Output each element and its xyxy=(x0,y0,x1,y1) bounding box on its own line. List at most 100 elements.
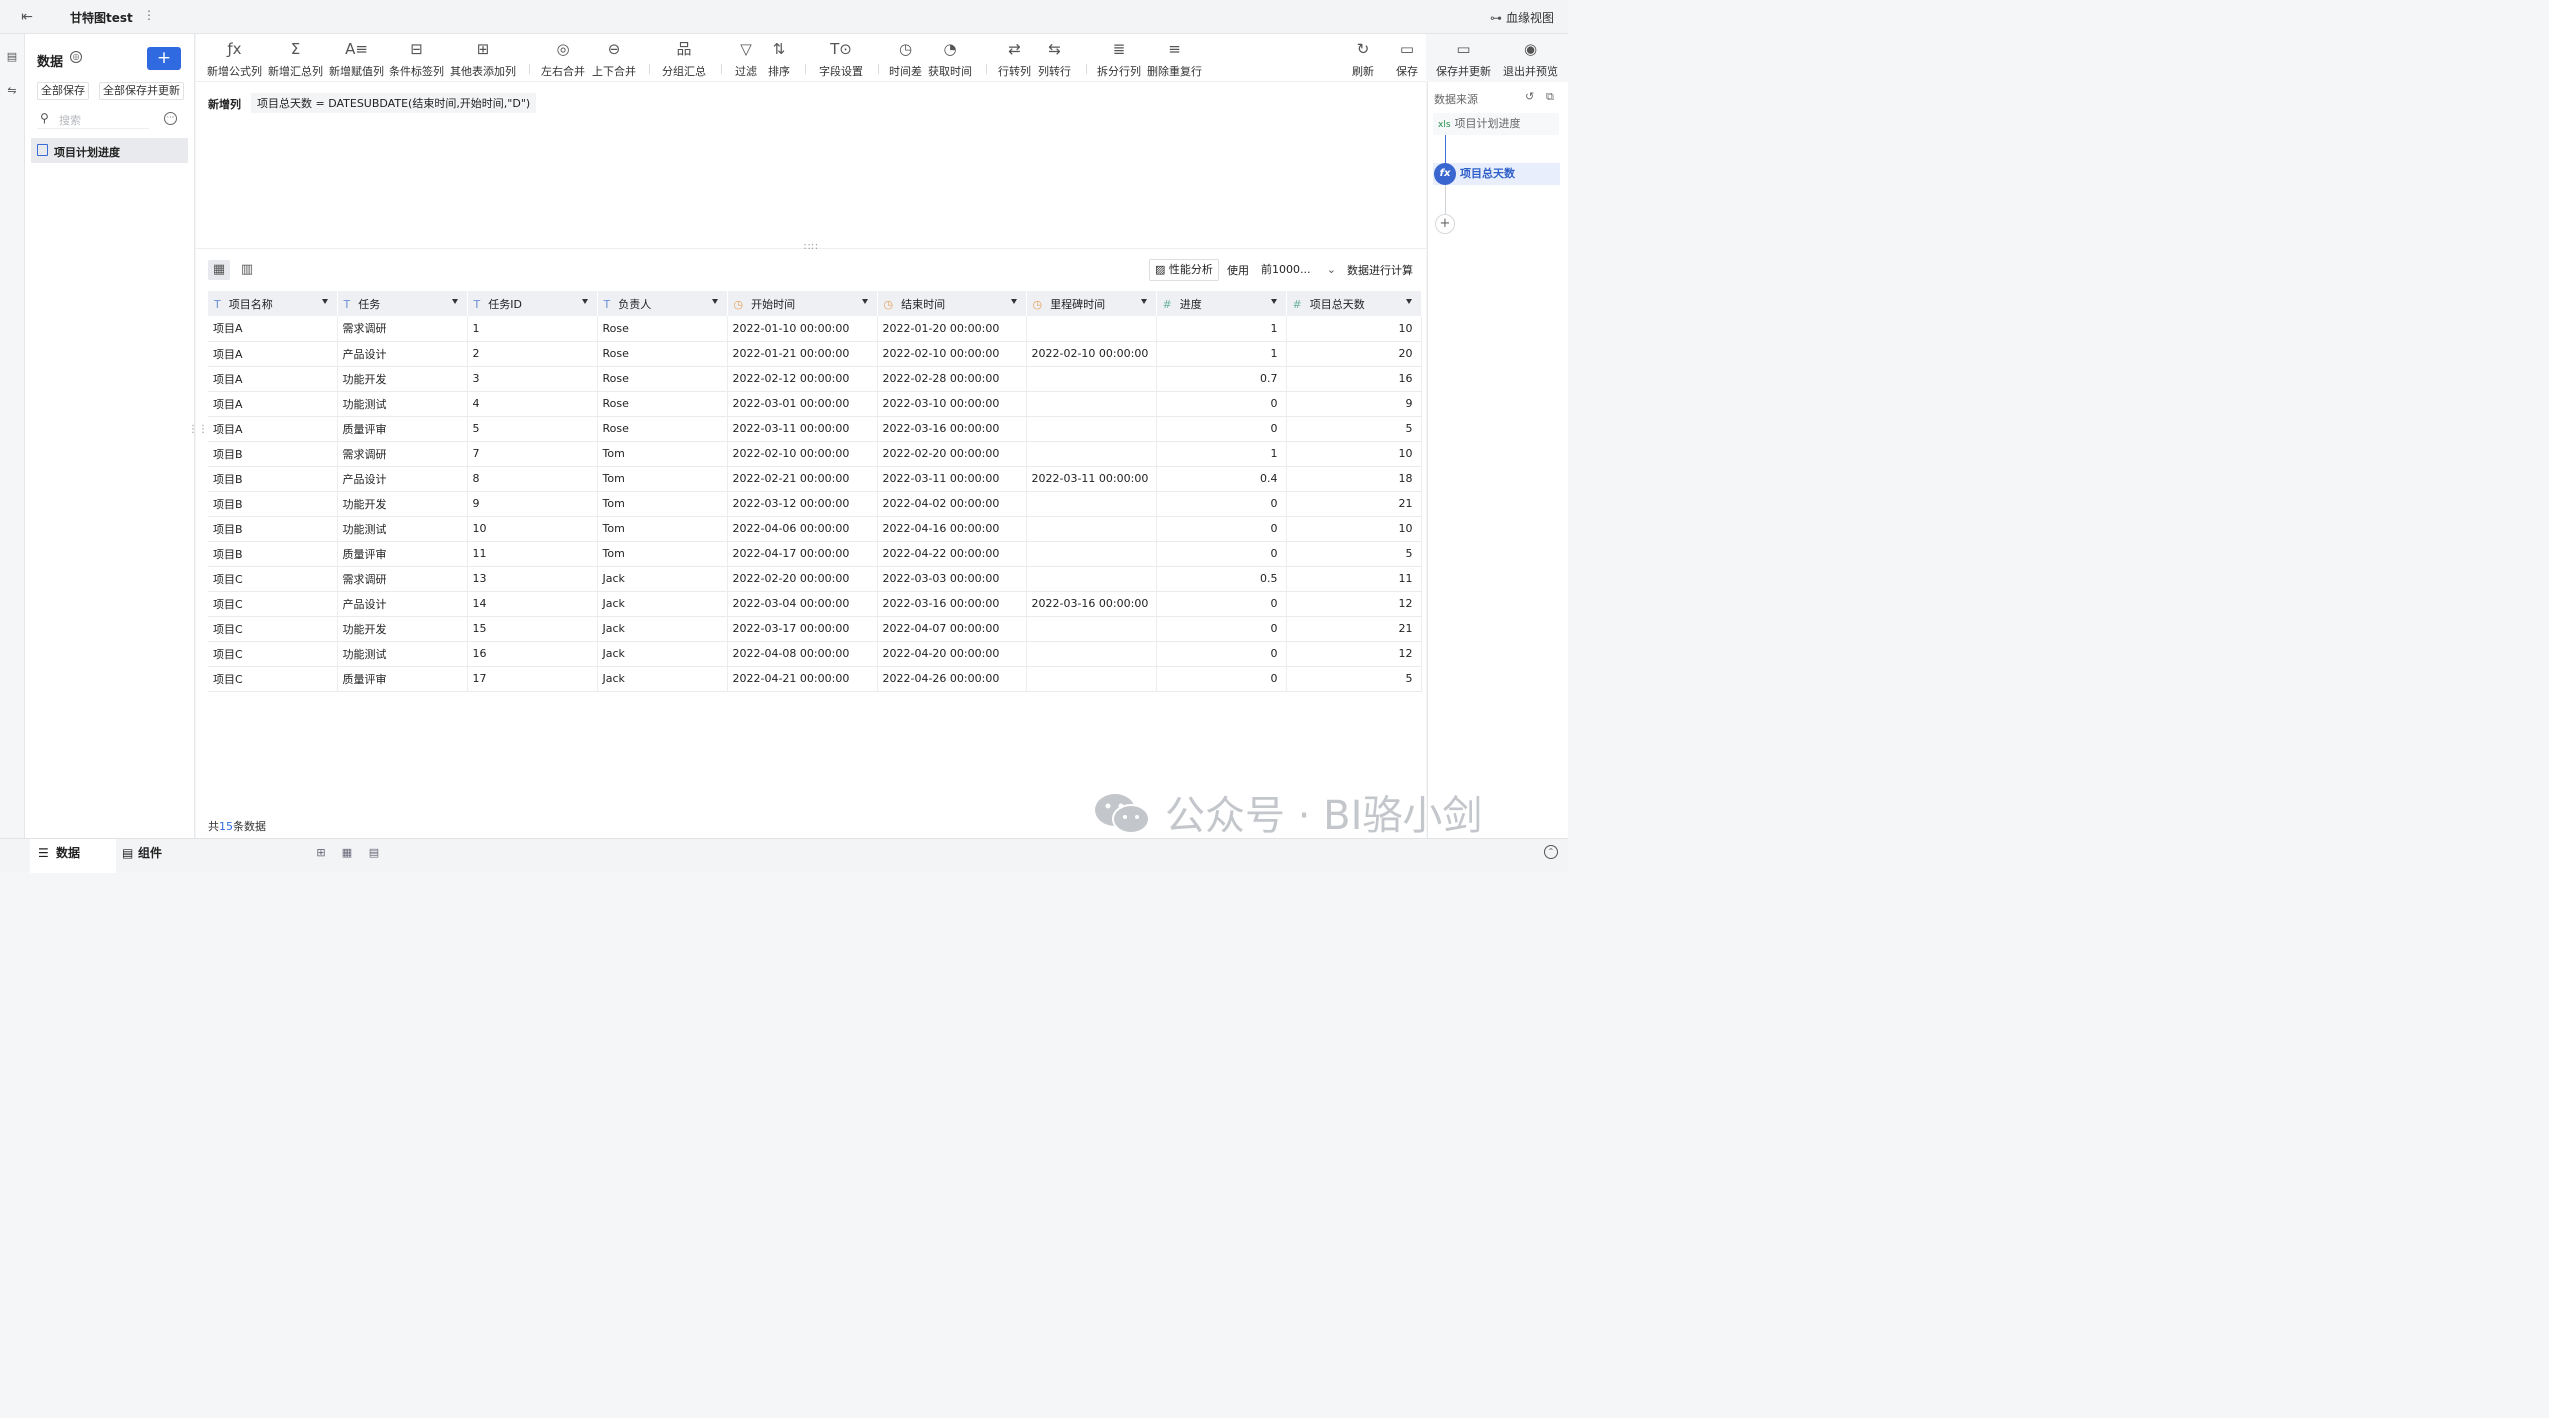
table-cell[interactable] xyxy=(1026,366,1157,392)
table-cell[interactable] xyxy=(1026,616,1157,642)
table-cell[interactable]: 4 xyxy=(467,391,598,417)
group-summary-button[interactable]: 品分组汇总 xyxy=(662,39,706,79)
performance-analysis-button[interactable]: ▨ 性能分析 xyxy=(1149,259,1219,281)
add-assign-column-button[interactable]: A≡ 新增赋值列 xyxy=(329,39,384,79)
caret-down-icon[interactable] xyxy=(1405,299,1412,304)
table-cell[interactable]: 功能测试 xyxy=(337,391,468,417)
table-cell[interactable]: 1 xyxy=(1156,316,1287,342)
table-cell[interactable]: 项目B xyxy=(208,466,338,492)
table-cell[interactable]: 功能测试 xyxy=(337,641,468,667)
table-cell[interactable]: 2022-04-08 00:00:00 xyxy=(727,641,878,667)
grid-view-icon[interactable]: ▦ xyxy=(208,260,230,280)
save-all-button[interactable]: 全部保存 xyxy=(37,82,89,100)
table-cell[interactable]: 11 xyxy=(467,541,598,567)
table-cell[interactable]: 项目C xyxy=(208,566,338,592)
caret-down-icon[interactable] xyxy=(1140,299,1147,304)
table-cell[interactable]: 10 xyxy=(1286,316,1422,342)
table-cell[interactable]: 2022-01-21 00:00:00 xyxy=(727,341,878,367)
table-cell[interactable]: 21 xyxy=(1286,491,1422,517)
split-rows-columns-button[interactable]: ≣ 拆分行列 xyxy=(1097,39,1141,79)
table-cell[interactable]: 12 xyxy=(1286,591,1422,617)
table-cell[interactable]: 质量评审 xyxy=(337,666,468,692)
table-cell[interactable]: 21 xyxy=(1286,616,1422,642)
table-cell[interactable] xyxy=(1026,641,1157,667)
table-cell[interactable]: 2022-04-20 00:00:00 xyxy=(877,641,1027,667)
table-cell[interactable] xyxy=(1026,566,1157,592)
table-cell[interactable]: 项目B xyxy=(208,541,338,567)
formula-expression[interactable]: 项目总天数 = DATESUBDATE(结束时间,开始时间,"D") xyxy=(251,93,537,113)
table-cell[interactable]: 需求调研 xyxy=(337,566,468,592)
table-cell[interactable]: 项目A xyxy=(208,391,338,417)
table-cell[interactable]: 12 xyxy=(1286,641,1422,667)
table-cell[interactable]: 项目A xyxy=(208,366,338,392)
refresh-button[interactable]: ↻ 刷新 xyxy=(1352,39,1374,79)
join-left-right-button[interactable]: ◎ 左右合并 xyxy=(541,39,585,79)
table-cell[interactable]: 2022-03-03 00:00:00 xyxy=(877,566,1027,592)
table-cell[interactable]: 2022-02-20 00:00:00 xyxy=(877,441,1027,467)
table-cell[interactable]: Rose xyxy=(597,416,728,442)
caret-down-icon[interactable] xyxy=(1270,299,1277,304)
table-cell[interactable]: Rose xyxy=(597,341,728,367)
table-cell[interactable]: 2022-01-20 00:00:00 xyxy=(877,316,1027,342)
more-options-icon[interactable]: ··· xyxy=(164,112,177,125)
table-cell[interactable]: 功能开发 xyxy=(337,366,468,392)
more-icon[interactable]: ⋮ xyxy=(143,8,155,22)
table-cell[interactable]: 2022-02-12 00:00:00 xyxy=(727,366,878,392)
table-cell[interactable]: 2022-04-26 00:00:00 xyxy=(877,666,1027,692)
table-cell[interactable]: 0 xyxy=(1156,666,1287,692)
table-cell[interactable]: 需求调研 xyxy=(337,441,468,467)
table-cell[interactable]: 2022-01-10 00:00:00 xyxy=(727,316,878,342)
table-cell[interactable]: Tom xyxy=(597,491,728,517)
source-node[interactable]: xls 项目计划进度 xyxy=(1433,113,1559,135)
caret-down-icon[interactable] xyxy=(581,299,588,304)
table-cell[interactable]: 功能开发 xyxy=(337,616,468,642)
table-cell[interactable]: 0.5 xyxy=(1156,566,1287,592)
table-cell[interactable]: 0 xyxy=(1156,416,1287,442)
table-cell[interactable]: 产品设计 xyxy=(337,591,468,617)
flow-icon[interactable]: ⇋ xyxy=(5,84,19,98)
add-table-icon[interactable]: ▦ xyxy=(340,846,354,860)
collapse-icon[interactable]: ⌃ xyxy=(1544,845,1558,859)
table-cell[interactable]: 7 xyxy=(467,441,598,467)
table-cell[interactable]: 2022-03-11 00:00:00 xyxy=(727,416,878,442)
exit-icon[interactable]: ⇤ xyxy=(18,8,36,26)
search-input[interactable]: ⚲ 搜索 xyxy=(37,109,149,129)
table-cell[interactable]: 0 xyxy=(1156,591,1287,617)
table-cell[interactable]: 2022-03-16 00:00:00 xyxy=(1026,591,1157,617)
table-cell[interactable]: Tom xyxy=(597,516,728,542)
table-cell[interactable]: 1 xyxy=(1156,441,1287,467)
table-cell[interactable] xyxy=(1026,491,1157,517)
table-cell[interactable]: Tom xyxy=(597,541,728,567)
union-button[interactable]: ⊖ 上下合并 xyxy=(592,39,636,79)
table-cell[interactable]: 0 xyxy=(1156,541,1287,567)
table-cell[interactable] xyxy=(1026,416,1157,442)
info-icon[interactable]: ◎ xyxy=(70,51,82,63)
table-cell[interactable]: 10 xyxy=(1286,441,1422,467)
formula-node[interactable]: fx 项目总天数 xyxy=(1433,163,1560,185)
table-cell[interactable]: 0 xyxy=(1156,616,1287,642)
table-cell[interactable] xyxy=(1026,391,1157,417)
sort-button[interactable]: ⇅ 排序 xyxy=(768,39,790,79)
table-cell[interactable]: 13 xyxy=(467,566,598,592)
save-all-update-button[interactable]: 全部保存并更新 xyxy=(99,82,184,100)
layout-view-icon[interactable]: ▥ xyxy=(236,260,258,280)
table-cell[interactable]: 18 xyxy=(1286,466,1422,492)
add-summary-column-button[interactable]: Σ 新增汇总列 xyxy=(268,39,323,79)
exit-preview-button[interactable]: ◉ 退出并预览 xyxy=(1503,39,1558,79)
column-header[interactable]: ◷ 结束时间 xyxy=(877,291,1027,316)
tab-data[interactable]: ☰ 数据 xyxy=(30,839,116,873)
caret-down-icon[interactable] xyxy=(861,299,868,304)
caret-down-icon[interactable] xyxy=(1010,299,1017,304)
resize-handle-icon[interactable]: ⋮⋮ xyxy=(188,425,208,435)
table-cell[interactable]: 2022-04-21 00:00:00 xyxy=(727,666,878,692)
column-header[interactable]: # 项目总天数 xyxy=(1286,291,1422,316)
column-header[interactable]: # 进度 xyxy=(1156,291,1287,316)
table-cell[interactable]: 10 xyxy=(467,516,598,542)
table-cell[interactable]: Tom xyxy=(597,466,728,492)
table-cell[interactable]: 2022-04-17 00:00:00 xyxy=(727,541,878,567)
table-cell[interactable] xyxy=(1026,441,1157,467)
caret-down-icon[interactable] xyxy=(451,299,458,304)
remove-duplicates-button[interactable]: ≡ 删除重复行 xyxy=(1147,39,1202,79)
table-cell[interactable]: 项目A xyxy=(208,416,338,442)
expand-icon[interactable]: ⧉ xyxy=(1546,90,1554,104)
